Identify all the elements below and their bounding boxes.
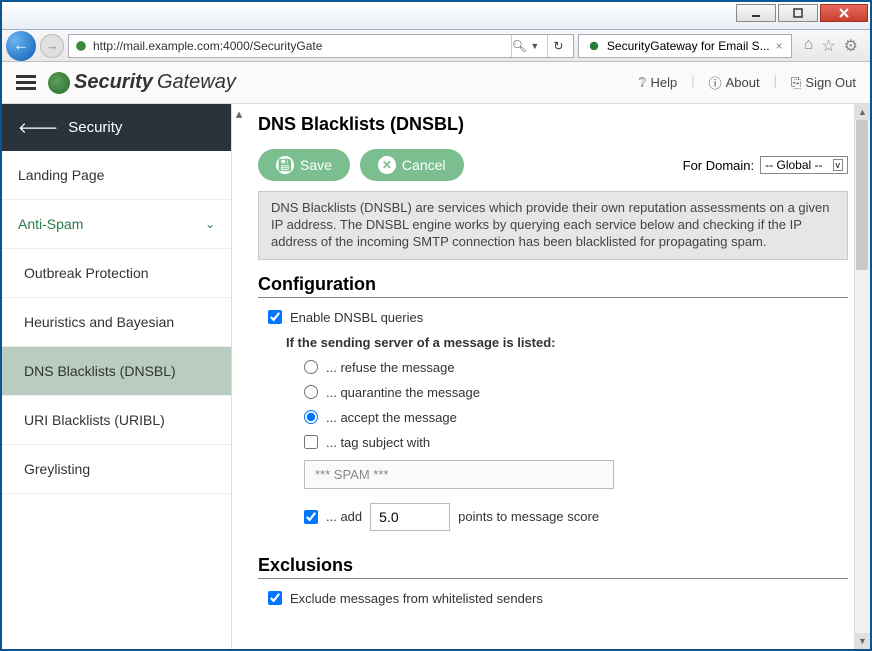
exclude-whitelist-checkbox[interactable]	[268, 591, 282, 605]
help-link[interactable]: ❔︎Help	[639, 73, 678, 92]
sidebar-back-button[interactable]: 🡐 Security	[2, 104, 231, 151]
sidebar-item-greylisting[interactable]: Greylisting	[2, 445, 231, 494]
accept-radio[interactable]	[304, 410, 318, 424]
exclusions-heading: Exclusions	[258, 555, 848, 579]
home-icon[interactable]: ⌂	[804, 36, 814, 56]
add-points-prefix: ... add	[326, 509, 362, 524]
nav-back-button[interactable]: ←	[6, 31, 36, 61]
enable-dnsbl-checkbox[interactable]	[268, 310, 282, 324]
quarantine-label: ... quarantine the message	[326, 385, 480, 400]
browser-tab[interactable]: SecurityGateway for Email S... ×	[578, 34, 792, 58]
favorites-icon[interactable]: ☆	[821, 36, 835, 56]
tag-subject-checkbox[interactable]	[304, 435, 318, 449]
sidebar: 🡐 Security Landing Page Anti-Spam ⌄ Outb…	[2, 104, 232, 649]
menu-toggle-button[interactable]	[16, 75, 36, 90]
arrow-left-icon: 🡐	[18, 118, 58, 137]
search-icon[interactable]: 🔍︎	[511, 35, 527, 57]
signout-link[interactable]: ⎘Sign Out	[791, 73, 856, 92]
quarantine-radio[interactable]	[304, 385, 318, 399]
for-domain-label: For Domain:	[683, 158, 755, 173]
tools-icon[interactable]: ⚙︎	[844, 36, 858, 56]
minimize-button[interactable]	[736, 4, 776, 22]
sidebar-item-uribl[interactable]: URI Blacklists (URIBL)	[2, 396, 231, 445]
accept-label: ... accept the message	[326, 410, 457, 425]
nav-forward-button[interactable]: →	[40, 34, 64, 58]
site-icon	[73, 38, 89, 54]
page-title: DNS Blacklists (DNSBL)	[258, 114, 852, 135]
about-link[interactable]: ⓘ︎About	[709, 73, 760, 92]
tag-subject-label: ... tag subject with	[326, 435, 430, 450]
maximize-button[interactable]	[778, 4, 818, 22]
points-input[interactable]	[370, 503, 450, 531]
url-text: http://mail.example.com:4000/SecurityGat…	[93, 39, 322, 53]
address-bar[interactable]: http://mail.example.com:4000/SecurityGat…	[68, 34, 574, 58]
refuse-label: ... refuse the message	[326, 360, 455, 375]
refuse-radio[interactable]	[304, 360, 318, 374]
cancel-button[interactable]: ✕ Cancel	[360, 149, 464, 181]
save-icon: 💾︎	[276, 156, 294, 174]
domain-select[interactable]: -- Global -- v	[760, 156, 848, 174]
sidebar-item-outbreak[interactable]: Outbreak Protection	[2, 249, 231, 298]
app-logo: SecurityGateway	[48, 71, 236, 94]
chevron-down-icon: ⌄	[205, 217, 215, 231]
sidebar-item-antispam[interactable]: Anti-Spam ⌄	[2, 200, 231, 249]
listed-heading: If the sending server of a message is li…	[286, 335, 555, 350]
vertical-scrollbar[interactable]: ▲ ▼	[854, 104, 870, 649]
exclude-whitelist-label: Exclude messages from whitelisted sender…	[290, 591, 543, 606]
cancel-icon: ✕	[378, 156, 396, 174]
add-points-suffix: points to message score	[458, 509, 599, 524]
chevron-down-icon: v	[833, 159, 844, 171]
scroll-thumb[interactable]	[856, 120, 868, 270]
scroll-up-icon[interactable]: ▲	[855, 104, 870, 120]
tab-close-icon[interactable]: ×	[776, 39, 783, 53]
logo-icon	[48, 72, 70, 94]
scroll-down-icon[interactable]: ▼	[855, 633, 870, 649]
sidebar-collapse-icon[interactable]: ▴	[232, 104, 246, 649]
enable-dnsbl-label: Enable DNSBL queries	[290, 310, 423, 325]
close-window-button[interactable]	[820, 4, 868, 22]
sidebar-item-dnsbl[interactable]: DNS Blacklists (DNSBL)	[2, 347, 231, 396]
sidebar-item-heuristics[interactable]: Heuristics and Bayesian	[2, 298, 231, 347]
info-box: DNS Blacklists (DNSBL) are services whic…	[258, 191, 848, 260]
save-button[interactable]: 💾︎ Save	[258, 149, 350, 181]
tab-title: SecurityGateway for Email S...	[607, 39, 770, 53]
main-content: ▴ DNS Blacklists (DNSBL) 💾︎ Save ✕ Cance…	[232, 104, 870, 649]
configuration-heading: Configuration	[258, 274, 848, 298]
sidebar-item-landing[interactable]: Landing Page	[2, 151, 231, 200]
browser-navbar: ← → http://mail.example.com:4000/Securit…	[2, 30, 870, 62]
tag-subject-input[interactable]	[304, 460, 614, 489]
app-header: SecurityGateway ❔︎Help | ⓘ︎About | ⎘Sign…	[2, 62, 870, 104]
tab-favicon	[587, 39, 601, 53]
window-titlebar	[2, 2, 870, 30]
add-points-checkbox[interactable]	[304, 510, 318, 524]
refresh-icon[interactable]: ↻	[547, 35, 569, 57]
url-dropdown-icon[interactable]: ▼	[527, 41, 543, 51]
